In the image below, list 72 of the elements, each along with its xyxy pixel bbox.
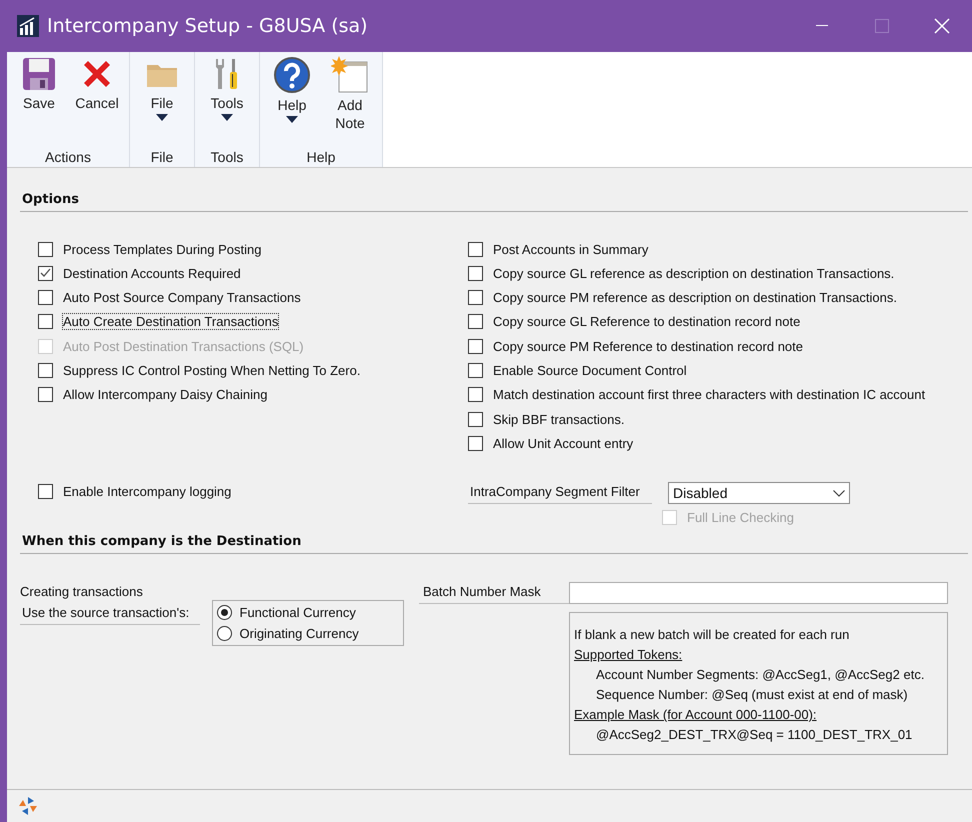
radio-label: Functional Currency <box>240 605 356 620</box>
checkbox-label: Destination Accounts Required <box>63 266 241 281</box>
close-icon[interactable] <box>934 18 950 34</box>
radio-button[interactable] <box>216 605 232 620</box>
window-title: Intercompany Setup - G8USA (sa) <box>47 15 369 37</box>
help-text: Sequence Number: @Seq (must exist at end of mask) <box>595 687 909 702</box>
checkbox[interactable] <box>468 290 483 306</box>
checkbox-label: Allow Unit Account entry <box>493 436 634 451</box>
checkbox-label: Match destination account first three characters with destination IC account <box>493 387 926 402</box>
checkbox-label: Enable Intercompany logging <box>63 484 232 499</box>
field-label: IntraCompany Segment Filter <box>468 482 652 504</box>
checkbox[interactable] <box>468 412 483 427</box>
group-label: Tools <box>210 149 244 165</box>
checkbox-label: Copy source PM Reference to destination record note <box>493 338 804 354</box>
chevron-icon <box>833 490 845 497</box>
section-heading: Options <box>20 168 968 212</box>
checkbox[interactable] <box>38 314 53 330</box>
checkbox-label: Auto Create Destination Transactions <box>63 314 278 330</box>
checkbox[interactable] <box>38 362 53 378</box>
checkbox-label: Suppress IC Control Posting When Netting To Zero. <box>63 362 360 378</box>
checkbox-label: Copy source PM reference as description on destination Transactions. <box>493 290 897 306</box>
ribbon-button[interactable]: Help <box>264 56 320 149</box>
checkbox[interactable] <box>38 266 53 281</box>
checkbox-label: Auto Post Source Company Transactions <box>63 290 301 306</box>
help-text: If blank a new batch will be created for each run <box>574 627 850 642</box>
ribbon-button[interactable]: Add Note <box>322 56 378 149</box>
pinwheel-icon[interactable] <box>17 795 39 817</box>
group-label: Actions <box>45 149 91 165</box>
help-icon <box>273 56 311 94</box>
checkbox[interactable] <box>38 290 53 306</box>
checkbox[interactable] <box>38 387 53 402</box>
checkbox-label: Allow Intercompany Daisy Chaining <box>63 387 268 402</box>
checkbox[interactable] <box>468 338 483 354</box>
checkbox[interactable] <box>38 484 53 499</box>
checkbox-label: Process Templates During Posting <box>63 242 262 256</box>
checkbox[interactable] <box>468 314 483 330</box>
note-icon <box>331 56 369 94</box>
field-label: Use the source transaction's: <box>20 601 200 626</box>
caret-icon <box>221 114 233 121</box>
ribbon-button[interactable]: Tools <box>199 56 255 149</box>
minimize-icon[interactable] <box>816 25 828 27</box>
group-label: File <box>150 149 174 165</box>
radio-button[interactable] <box>216 626 232 642</box>
checkbox-label: Post Accounts in Summary <box>493 242 648 256</box>
checkbox[interactable] <box>468 266 483 281</box>
help-text: Example Mask (for Account 000-1100-00): <box>574 707 818 722</box>
help-text: Supported Tokens: <box>574 647 684 662</box>
section-heading: When this company is the Destination <box>22 534 302 550</box>
checkbox[interactable] <box>468 242 483 256</box>
checkbox-label: Full Line Checking <box>687 510 794 525</box>
group-label: Help <box>306 149 336 165</box>
caret-icon <box>286 116 298 123</box>
ribbon-button[interactable]: File <box>134 56 190 149</box>
help-text: Account Number Segments: @AccSeg1, @AccSeg2 etc. <box>595 667 926 682</box>
checkbox-label: Copy source GL Reference to destination record note <box>493 314 800 330</box>
dropdown-field[interactable]: Disabled <box>668 482 850 504</box>
section-label: Creating transactions <box>20 583 144 602</box>
checkbox-label: Copy source GL reference as description on destination Transactions. <box>493 266 894 281</box>
bar-chart-icon <box>17 15 39 37</box>
input-field[interactable] <box>569 582 948 604</box>
checkbox-label: Enable Source Document Control <box>493 362 687 378</box>
checkbox[interactable] <box>38 242 53 256</box>
checkbox[interactable] <box>468 387 483 402</box>
ribbon-button[interactable]: Save <box>11 56 67 149</box>
checkbox-label: Skip BBF transactions. <box>493 412 624 427</box>
caret-icon <box>156 114 168 121</box>
help-text: @AccSeg2_DEST_TRX@Seq = 1100_DEST_TRX_01 <box>595 727 914 742</box>
checkbox[interactable] <box>468 436 483 451</box>
ribbon-button[interactable]: Cancel <box>69 56 125 149</box>
checkbox[interactable] <box>468 362 483 378</box>
checkbox-label: Auto Post Destination Transactions (SQL) <box>63 338 304 354</box>
radio-label: Originating Currency <box>240 626 359 642</box>
